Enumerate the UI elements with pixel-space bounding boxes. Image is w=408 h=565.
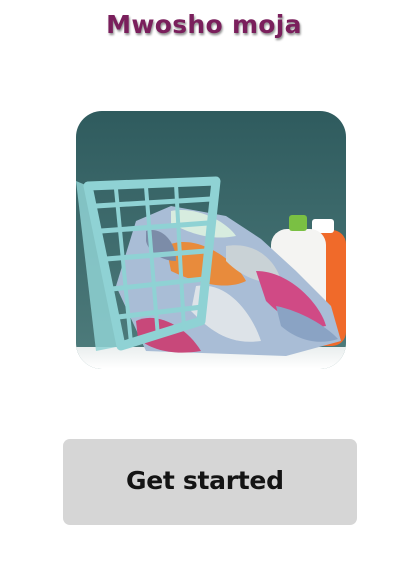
app-title: Mwosho moja	[106, 10, 302, 39]
get-started-button[interactable]: Get started	[63, 439, 357, 525]
get-started-label: Get started	[126, 466, 284, 495]
hero-image	[76, 111, 346, 369]
